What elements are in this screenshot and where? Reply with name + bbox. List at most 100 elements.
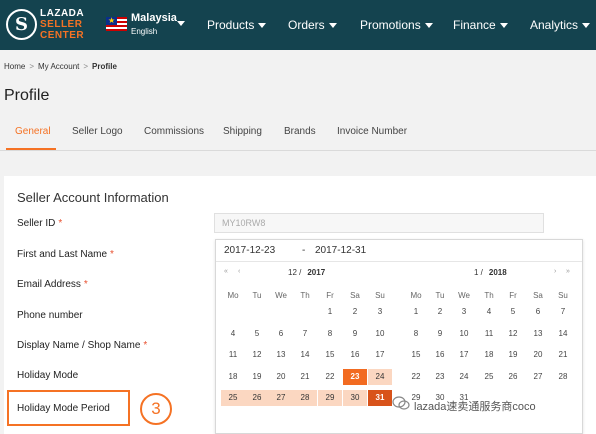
country-selector-label[interactable]: Malaysia [131,12,177,24]
tab-brands[interactable]: Brands [284,126,316,137]
calendar-day[interactable]: 15 [404,347,428,363]
nav-products[interactable]: Products [207,18,267,32]
calendar-day[interactable]: 2 [343,304,367,320]
tab-seller-logo[interactable]: Seller Logo [72,126,123,137]
wechat-icon [392,396,410,410]
calendar-day[interactable]: 7 [551,304,575,320]
tab-general[interactable]: General [15,126,51,137]
calendar-day[interactable]: 28 [293,390,317,406]
malaysia-flag-icon[interactable]: ★ [106,17,127,31]
calendar-day[interactable]: 13 [526,326,550,342]
calendar-day[interactable]: 31 [368,390,392,406]
calendar-day[interactable]: 15 [318,347,342,363]
end-date-input[interactable]: 2017-12-31 [315,245,366,256]
calendar-day[interactable]: 21 [293,369,317,385]
calendar-day[interactable]: 26 [245,390,269,406]
calendar-day[interactable]: 5 [245,326,269,342]
tab-invoice-number[interactable]: Invoice Number [337,126,407,137]
breadcrumb-home[interactable]: Home [4,62,25,71]
weekday-label: Tu [252,291,262,300]
weekday-label: We [458,291,470,300]
calendar-day[interactable]: 10 [368,326,392,342]
nav-orders[interactable]: Orders [288,18,337,32]
calendar-day[interactable]: 27 [526,369,550,385]
chevron-down-icon[interactable] [177,21,185,26]
calendar-day[interactable]: 8 [318,326,342,342]
calendar-day[interactable]: 12 [245,347,269,363]
calendar-day[interactable]: 10 [452,326,476,342]
chevron-down-icon [258,23,267,29]
calendar-day[interactable]: 24 [452,369,476,385]
calendar-day[interactable]: 6 [526,304,550,320]
chevron-down-icon [499,23,508,29]
prev-month-icon[interactable]: ‹ [238,268,240,275]
page-title: Profile [4,87,50,104]
prev-year-icon[interactable]: « [224,268,228,275]
next-month-icon[interactable]: › [554,268,556,275]
calendar-day[interactable]: 1 [404,304,428,320]
tab-shipping[interactable]: Shipping [223,126,262,137]
calendar-day[interactable]: 19 [501,347,525,363]
calendar-day[interactable]: 30 [343,390,367,406]
calendar-day[interactable]: 23 [343,368,367,385]
calendar-day[interactable]: 13 [269,347,293,363]
calendar-day[interactable]: 19 [245,369,269,385]
calendar-day[interactable]: 14 [293,347,317,363]
weekday-label: Mo [410,291,422,300]
calendar-day[interactable]: 4 [221,326,245,342]
nav-finance[interactable]: Finance [453,18,508,32]
calendar-day[interactable]: 22 [404,369,428,385]
tab-commissions[interactable]: Commissions [144,126,204,137]
breadcrumb-my-account[interactable]: My Account [38,62,79,71]
start-date-input[interactable]: 2017-12-23 [224,245,275,256]
range-separator: - [302,245,306,256]
calendar-day[interactable]: 17 [452,347,476,363]
calendar-day[interactable]: 20 [526,347,550,363]
calendar-day[interactable]: 9 [343,326,367,342]
calendar-day[interactable]: 25 [477,369,501,385]
calendar-day[interactable]: 23 [428,369,452,385]
calendar-day[interactable]: 5 [501,304,525,320]
calendar-day[interactable]: 29 [318,390,342,406]
weekday-label: Sa [533,291,543,300]
field-label-email: Email Address * [17,279,88,290]
seller-id-input[interactable]: MY10RW8 [214,213,544,233]
calendar-day[interactable]: 20 [269,369,293,385]
calendar-day[interactable]: 18 [221,369,245,385]
calendar-day[interactable]: 12 [501,326,525,342]
calendar-day[interactable]: 16 [343,347,367,363]
next-year-icon[interactable]: » [566,268,570,275]
calendar-day[interactable]: 28 [551,369,575,385]
calendar-day[interactable]: 9 [428,326,452,342]
nav-analytics[interactable]: Analytics [530,18,591,32]
calendar-day[interactable]: 16 [428,347,452,363]
nav-promotions[interactable]: Promotions [360,18,433,32]
calendar-day[interactable]: 27 [269,390,293,406]
calendar-day[interactable]: 18 [477,347,501,363]
calendar-day[interactable]: 3 [368,304,392,320]
language-label[interactable]: English [131,27,157,36]
calendar-day[interactable]: 11 [477,326,501,342]
calendar-day[interactable]: 2 [428,304,452,320]
calendar-day[interactable]: 6 [269,326,293,342]
section-title: Seller Account Information [17,190,169,205]
weekday-label: Tu [435,291,445,300]
calendar-day[interactable]: 21 [551,347,575,363]
seller-center-logo[interactable]: S [6,9,37,40]
calendar-day[interactable]: 3 [452,304,476,320]
calendar-day[interactable]: 24 [368,368,392,385]
watermark-text: lazada速卖通服务商coco [414,401,536,413]
calendar-day[interactable]: 17 [368,347,392,363]
calendar-day[interactable]: 22 [318,369,342,385]
calendar-day[interactable]: 11 [221,347,245,363]
calendar-day[interactable]: 4 [477,304,501,320]
field-label-name: First and Last Name * [17,249,114,260]
top-nav-bar: S LAZADA SELLER CENTER ★ Malaysia Englis… [0,0,596,50]
calendar-day[interactable]: 8 [404,326,428,342]
calendar-day[interactable]: 25 [221,390,245,406]
calendar-day[interactable]: 14 [551,326,575,342]
calendar-day[interactable]: 1 [318,304,342,320]
calendar-day[interactable]: 7 [293,326,317,342]
calendar-day[interactable]: 26 [501,369,525,385]
chevron-down-icon [424,23,433,29]
